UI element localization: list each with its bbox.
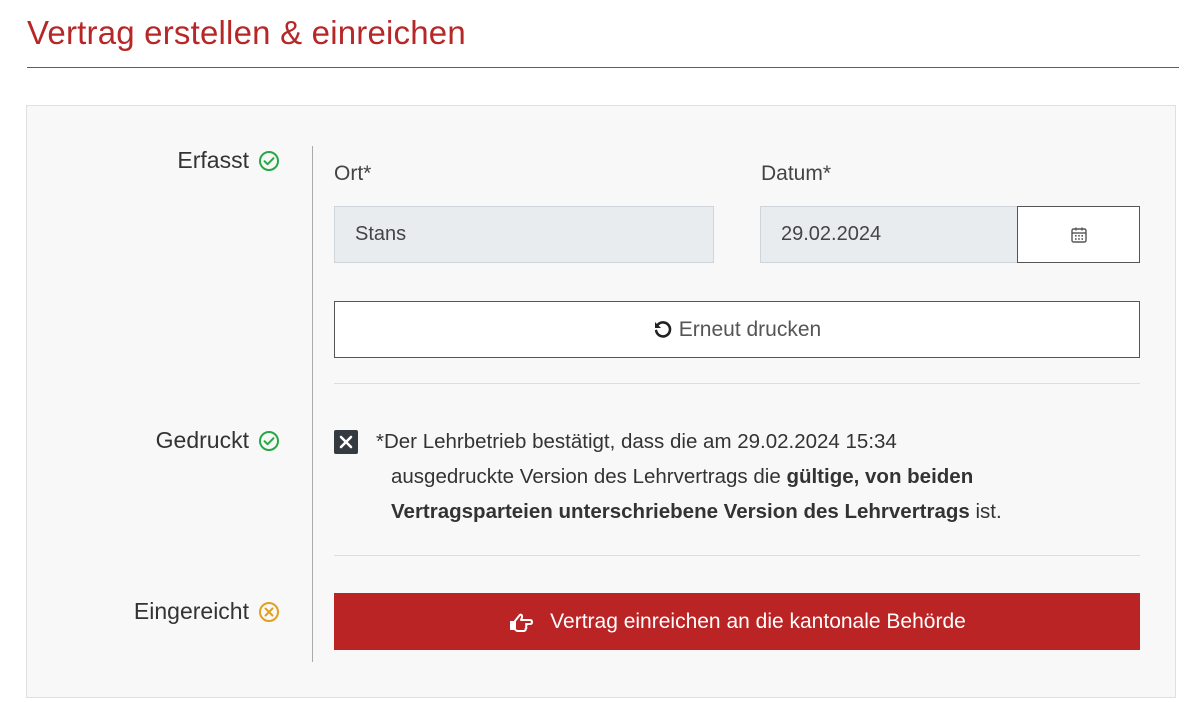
ort-label: Ort* [334, 162, 372, 185]
step-gedruckt-label: Gedruckt [155, 427, 249, 453]
times-circle-icon [259, 601, 279, 622]
confirm-line-2-bold: gültige, von beiden [786, 465, 974, 488]
x-mark-icon [339, 435, 353, 449]
divider [334, 555, 1140, 556]
redo-icon [654, 320, 672, 338]
page-title: Vertrag erstellen & einreichen [27, 14, 466, 51]
step-erfasst: Erfasst [0, 147, 280, 174]
confirm-line-1: *Der Lehrbetrieb bestätigt, dass die am … [376, 430, 897, 453]
confirm-line-3: Vertragsparteien unterschriebene Version… [376, 494, 1146, 529]
confirm-checkbox[interactable] [334, 430, 358, 454]
hand-point-right-icon [510, 613, 534, 632]
step-erfasst-label: Erfasst [177, 147, 249, 173]
ort-input[interactable]: Stans [334, 206, 714, 263]
step-eingereicht-label: Eingereicht [133, 598, 249, 624]
calendar-icon [1070, 227, 1087, 243]
confirm-line-2: ausgedruckte Version des Lehrvertrags di… [376, 459, 1146, 494]
reprint-button-label: Erneut drucken [678, 317, 822, 341]
step-gedruckt: Gedruckt [0, 427, 280, 454]
check-circle-icon [259, 430, 279, 451]
check-circle-icon [259, 150, 279, 171]
title-divider [27, 67, 1179, 68]
datum-label: Datum* [761, 162, 832, 185]
divider [334, 383, 1140, 384]
reprint-button[interactable]: Erneut drucken [334, 301, 1140, 358]
datum-input[interactable]: 29.02.2024 [760, 206, 1018, 263]
step-eingereicht: Eingereicht [0, 598, 280, 625]
submit-contract-button-label: Vertrag einreichen an die kantonale Behö… [550, 609, 966, 633]
confirm-line-3-text: ist. [969, 500, 1002, 523]
confirm-text: *Der Lehrbetrieb bestätigt, dass die am … [376, 424, 1146, 529]
step-timeline-line [312, 146, 313, 662]
calendar-button[interactable] [1017, 206, 1140, 263]
confirm-line-2-text: ausgedruckte Version des Lehrvertrags di… [391, 465, 787, 488]
confirm-line-3-bold: Vertragsparteien unterschriebene Version… [391, 500, 970, 523]
submit-contract-button[interactable]: Vertrag einreichen an die kantonale Behö… [334, 593, 1140, 650]
